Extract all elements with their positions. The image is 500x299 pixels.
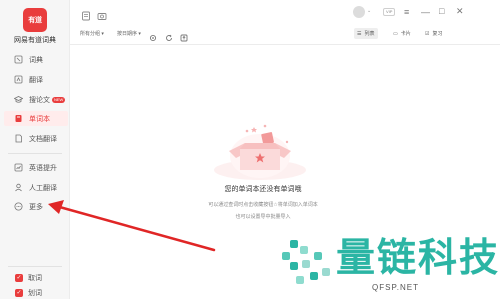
screenshot-icon[interactable] [97,8,107,20]
group-filter-dropdown[interactable]: 所有分组 ▾ [80,30,104,37]
chevron-down-icon: ▾ [138,31,141,37]
sidebar-item-label: 文档翻译 [29,135,57,143]
sidebar-item-label: 单词本 [29,115,50,123]
group-filter-label: 所有分组 [80,31,101,37]
checkbox-checked-icon: ✓ [15,288,23,297]
annotation-arrow [48,200,216,252]
sidebar-item-search-papers[interactable]: 搜论文 NEW [4,92,68,107]
chevron-down-icon: ▾ [101,31,104,37]
empty-box-illustration [214,124,306,180]
sidebar-item-human-translate[interactable]: 人工翻译 [4,180,68,195]
person-icon [13,183,23,193]
view-list-button[interactable]: ☰ 列表 [354,28,378,39]
sidebar-item-wordbook[interactable]: 单词本 [4,111,68,126]
app-logo: 有道 [23,8,47,32]
select-word-toggle[interactable]: ✓ 划词 [4,285,68,299]
graduation-cap-icon [13,95,23,105]
menu-icon[interactable]: ≡ [404,7,409,17]
toggle-label: 划词 [28,289,42,297]
review-icon: ☑ [425,30,430,37]
watermark-url: QFSP.NET [372,283,419,292]
book-icon [13,55,23,65]
sidebar-divider [8,153,62,154]
sidebar-item-label: 翻译 [29,76,43,84]
view-review-label: 复习 [432,31,443,37]
view-review-button[interactable]: ☑ 复习 [422,28,446,39]
maximize-icon[interactable]: □ [439,6,444,16]
sidebar-item-label: 人工翻译 [29,184,57,192]
wordbook-icon [13,114,23,124]
list-icon: ☰ [357,30,362,37]
sidebar-item-label: 词典 [29,56,43,64]
sidebar-item-dictionary[interactable]: 词典 [4,52,68,67]
watermark-text: 量链科技 [336,236,500,281]
notes-icon[interactable] [81,8,91,21]
checkbox-checked-icon: ✓ [15,273,23,282]
sidebar-item-english-boost[interactable]: 英语提升 [4,160,68,175]
watermark-logo [282,240,330,284]
sort-dropdown[interactable]: 按日期序 ▾ [117,30,141,37]
avatar[interactable] [353,6,365,18]
view-list-label: 列表 [364,31,375,37]
toolbar-divider [70,44,500,45]
sidebar-divider [8,266,62,267]
vip-badge[interactable]: VIP [383,8,396,16]
translate-icon [13,75,23,85]
toggle-label: 取词 [28,274,42,282]
close-icon[interactable]: ✕ [456,6,464,17]
chart-icon [13,163,23,173]
card-icon: ▭ [393,30,398,37]
sidebar-item-translate[interactable]: 翻译 [4,72,68,87]
view-card-label: 卡片 [400,31,411,37]
capture-word-toggle[interactable]: ✓ 取词 [4,270,68,285]
new-badge: NEW [52,96,66,103]
document-icon [13,134,23,144]
app-name: 网易有道词典 [14,37,56,44]
more-icon [13,202,23,212]
empty-state-title: 您的单词本还没有单词哦 [224,186,302,193]
sidebar-item-label: 英语提升 [29,164,57,172]
sort-label: 按日期序 [117,31,138,37]
minimize-icon[interactable]: — [421,7,430,17]
sidebar-item-doc-translate[interactable]: 文档翻译 [4,131,68,146]
view-card-button[interactable]: ▭ 卡片 [390,28,414,39]
chevron-down-icon[interactable]: ⌄ [367,8,371,14]
sidebar-item-label: 搜论文 [29,96,50,104]
